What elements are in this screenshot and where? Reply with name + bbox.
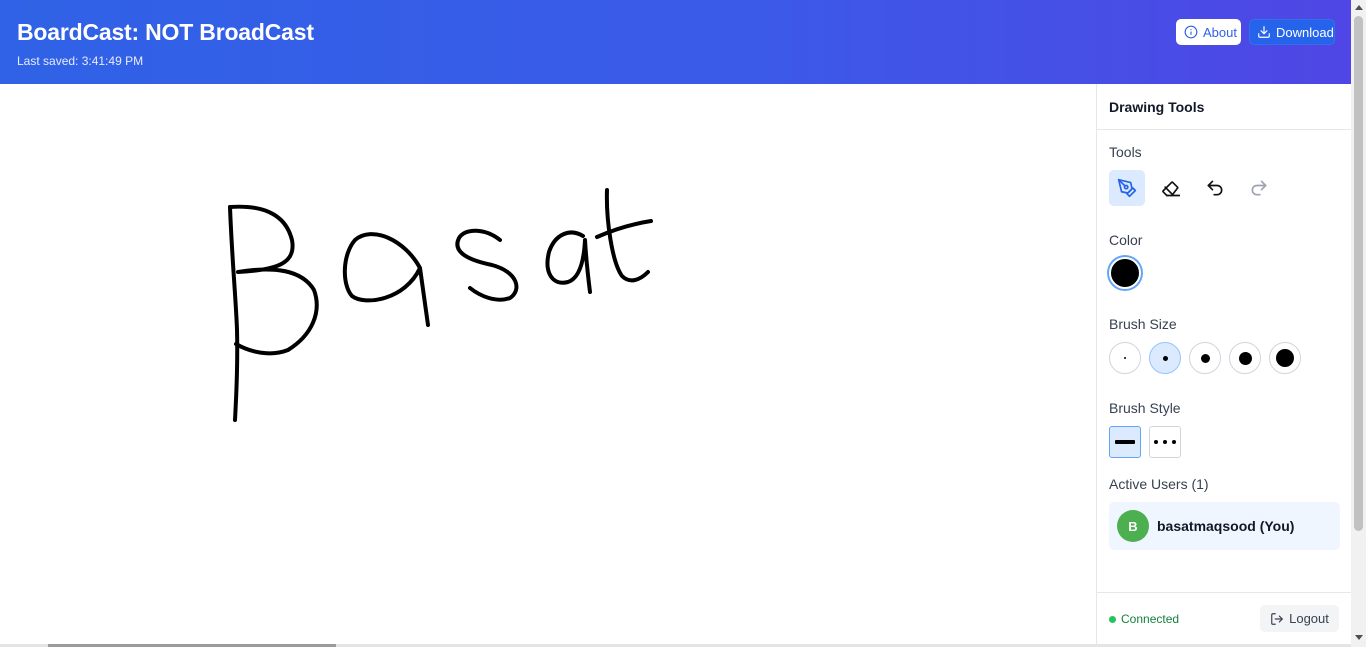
stroke-letter-b-stem — [228, 205, 240, 422]
vertical-scrollbar[interactable] — [1351, 0, 1366, 647]
scroll-up-arrow-icon[interactable] — [1355, 5, 1363, 10]
info-icon — [1184, 25, 1198, 39]
size-dot — [1200, 353, 1210, 363]
active-users-label: Active Users (1) — [1109, 476, 1209, 492]
size-dot — [1276, 349, 1294, 367]
logout-button[interactable]: Logout — [1260, 605, 1339, 632]
brush-size-1[interactable] — [1109, 342, 1141, 374]
connection-status: Connected — [1109, 612, 1179, 626]
app-header: BoardCast: NOT BroadCast Last saved: 3:4… — [0, 0, 1351, 84]
user-list-item: B basatmaqsood (You) — [1109, 502, 1340, 550]
status-dot-icon — [1109, 615, 1116, 623]
size-dot — [1238, 351, 1252, 365]
redo-button[interactable] — [1241, 170, 1277, 206]
size-dot — [1162, 355, 1168, 361]
brush-style-solid[interactable] — [1109, 426, 1141, 458]
color-swatch-black[interactable] — [1109, 257, 1141, 289]
stroke-letter-s — [455, 228, 519, 302]
logout-icon — [1271, 612, 1283, 625]
about-label: About — [1203, 24, 1237, 40]
last-saved-text: Last saved: 3:41:49 PM — [17, 54, 144, 68]
drawing-canvas[interactable] — [0, 84, 1096, 644]
panel-divider — [1097, 129, 1351, 130]
stroke-letter-t-bar — [595, 219, 653, 239]
drawing-tools-panel: Drawing Tools Tools Color Brush Size Bru… — [1096, 84, 1351, 647]
avatar: B — [1117, 510, 1149, 542]
scrollbar-thumb[interactable] — [1354, 16, 1363, 531]
stroke-letter-a2 — [545, 230, 592, 294]
color-label: Color — [1109, 232, 1143, 248]
tools-label: Tools — [1109, 144, 1142, 160]
user-name: basatmaqsood (You) — [1157, 518, 1295, 534]
logout-label: Logout — [1289, 611, 1329, 626]
boardcast-app: BoardCast: NOT BroadCast Last saved: 3:4… — [0, 0, 1366, 647]
stroke-letter-a1 — [342, 232, 430, 327]
redo-icon — [1251, 180, 1267, 196]
scroll-down-arrow-icon[interactable] — [1355, 635, 1363, 640]
brush-size-3[interactable] — [1189, 342, 1221, 374]
pen-icon — [1117, 178, 1137, 198]
brush-size-2[interactable] — [1149, 342, 1181, 374]
brush-size-5[interactable] — [1269, 342, 1301, 374]
panel-title: Drawing Tools — [1109, 99, 1205, 115]
brush-style-dotted[interactable] — [1149, 426, 1181, 458]
about-button[interactable]: About — [1176, 19, 1241, 45]
brush-style-label: Brush Style — [1109, 400, 1181, 416]
brush-size-4[interactable] — [1229, 342, 1261, 374]
dotted-line-icon — [1154, 440, 1176, 444]
solid-line-icon — [1115, 440, 1135, 444]
stroke-letter-t-stem — [604, 188, 650, 283]
stroke-letter-b-loops — [228, 204, 319, 356]
pen-tool-button[interactable] — [1109, 170, 1145, 206]
canvas-strokes — [228, 188, 653, 422]
size-dot — [1124, 357, 1126, 359]
eraser-tool-button[interactable] — [1153, 170, 1189, 206]
status-text: Connected — [1121, 612, 1180, 626]
undo-icon — [1207, 180, 1223, 196]
footer-divider — [1097, 592, 1351, 593]
brush-size-label: Brush Size — [1109, 316, 1177, 332]
eraser-icon — [1162, 181, 1181, 197]
download-label: Download — [1276, 24, 1334, 40]
undo-button[interactable] — [1197, 170, 1233, 206]
download-button[interactable]: Download — [1249, 19, 1335, 45]
app-title: BoardCast: NOT BroadCast — [17, 19, 314, 45]
download-icon — [1258, 26, 1270, 38]
